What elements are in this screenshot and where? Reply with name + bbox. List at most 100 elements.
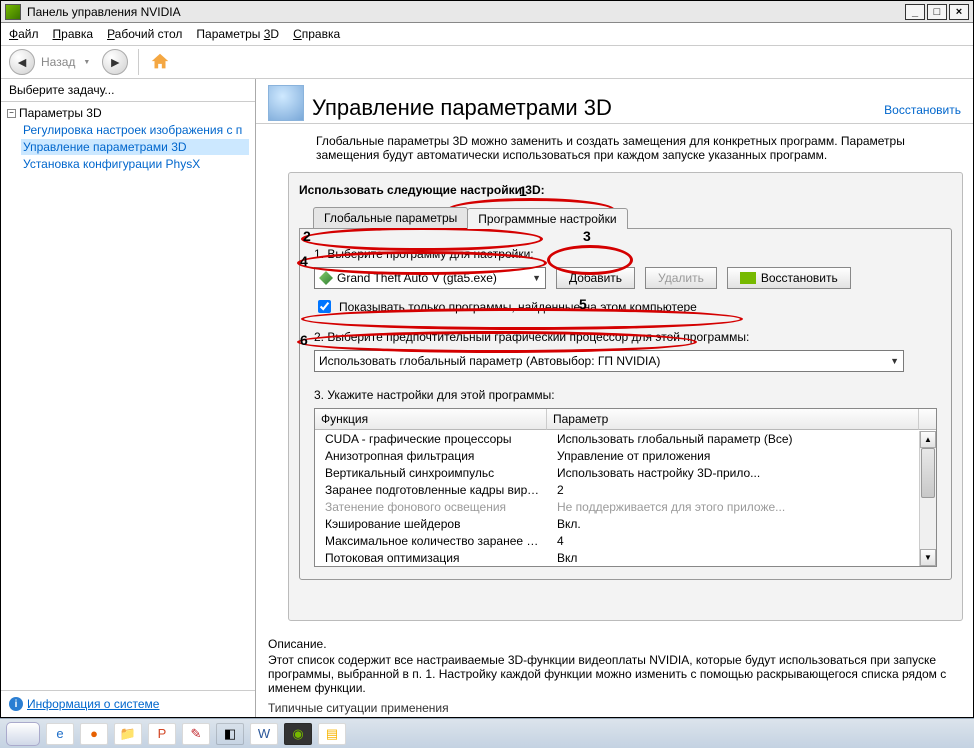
back-dropdown-icon[interactable]: ▼ <box>83 59 90 66</box>
window-title: Панель управления NVIDIA <box>27 5 905 19</box>
toolbar: ◄ Назад ▼ ► <box>1 45 973 79</box>
dropdown-arrow-icon: ▼ <box>890 356 899 366</box>
tree-item-manage-3d[interactable]: Управление параметрами 3D <box>21 139 249 155</box>
toolbar-separator <box>138 49 139 75</box>
cell-function: Вертикальный синхроимпульс <box>315 464 547 481</box>
page-title: Управление параметрами 3D <box>312 95 884 121</box>
menu-file[interactable]: Файл <box>9 27 39 41</box>
cell-parameter: Вкл. <box>547 515 936 532</box>
taskbar-nvidia-icon[interactable]: ◉ <box>284 723 312 745</box>
description-section: Описание. Этот список содержит все настр… <box>256 627 973 697</box>
tab-global[interactable]: Глобальные параметры <box>313 207 468 228</box>
settings-table: Функция Параметр CUDA - графические проц… <box>314 408 937 567</box>
menu-3d-params[interactable]: Параметры 3D <box>196 27 279 41</box>
tree-root-label[interactable]: Параметры 3D <box>19 106 102 120</box>
table-row[interactable]: Анизотропная фильтрацияУправление от при… <box>315 447 936 464</box>
scroll-up-button[interactable]: ▲ <box>920 431 936 448</box>
tree-collapse-icon[interactable]: − <box>7 109 16 118</box>
cell-parameter: Не поддерживается для этого приложе... <box>547 498 936 515</box>
scroll-down-button[interactable]: ▼ <box>920 549 936 566</box>
table-row[interactable]: Максимальное количество заранее под...4 <box>315 532 936 549</box>
cell-parameter: Использовать настройку 3D-прило... <box>547 464 936 481</box>
scroll-header-stub <box>919 409 936 430</box>
show-only-checkbox[interactable]: Показывать только программы, найденные н… <box>314 297 937 316</box>
menubar: Файл Правка Рабочий стол Параметры 3D Сп… <box>1 23 973 45</box>
description-text: Этот список содержит все настраиваемые 3… <box>268 653 957 695</box>
table-row[interactable]: CUDA - графические процессорыИспользоват… <box>315 430 936 447</box>
taskbar-ie-icon[interactable]: e <box>46 723 74 745</box>
nvidia-restore-icon <box>740 272 756 284</box>
close-button[interactable]: × <box>949 4 969 20</box>
table-row[interactable]: Кэширование шейдеровВкл. <box>315 515 936 532</box>
menu-desktop[interactable]: Рабочий стол <box>107 27 182 41</box>
gpu-select[interactable]: Использовать глобальный параметр (Автовы… <box>314 350 904 372</box>
cell-parameter: 2 <box>547 481 936 498</box>
sidebar-task-label: Выберите задачу... <box>1 79 255 102</box>
tab-program[interactable]: Программные настройки <box>467 208 627 229</box>
content-pane: Управление параметрами 3D Восстановить Г… <box>256 79 973 717</box>
taskbar[interactable]: e ● 📁 P ✎ ◧ W ◉ ▤ <box>0 718 974 748</box>
taskbar-powerpoint-icon[interactable]: P <box>148 723 176 745</box>
intro-text: Глобальные параметры 3D можно заменить и… <box>256 124 973 172</box>
window-frame: Панель управления NVIDIA _ □ × Файл Прав… <box>0 0 974 718</box>
gpu-select-value: Использовать глобальный параметр (Автовы… <box>319 354 890 368</box>
taskbar-word-icon[interactable]: W <box>250 723 278 745</box>
cell-parameter: Использовать глобальный параметр (Все) <box>547 430 936 447</box>
taskbar-explorer-icon[interactable]: 📁 <box>114 723 142 745</box>
th-function[interactable]: Функция <box>315 409 547 430</box>
tree-item-image-settings[interactable]: Регулировка настроек изображения с п <box>21 122 249 138</box>
step3-label: 3. Укажите настройки для этой программы: <box>314 388 937 402</box>
menu-help[interactable]: Справка <box>293 27 340 41</box>
tree-item-physx[interactable]: Установка конфигурации PhysX <box>21 156 249 172</box>
table-row[interactable]: Вертикальный синхроимпульсИспользовать н… <box>315 464 936 481</box>
cell-function: Кэширование шейдеров <box>315 515 547 532</box>
table-row[interactable]: Заранее подготовленные кадры вирту...2 <box>315 481 936 498</box>
add-button[interactable]: Добавить <box>556 267 635 289</box>
restore-button[interactable]: Восстановить <box>727 267 851 289</box>
table-row[interactable]: Потоковая оптимизацияВкл <box>315 549 936 566</box>
taskbar-app-icon[interactable]: ◧ <box>216 723 244 745</box>
step2-label: 2. Выберите предпочтительный графический… <box>314 330 937 344</box>
panel-title: Использовать следующие настройки 3D: <box>299 183 952 197</box>
show-only-input[interactable] <box>318 300 331 313</box>
forward-button[interactable]: ► <box>102 49 128 75</box>
maximize-button[interactable]: □ <box>927 4 947 20</box>
th-parameter[interactable]: Параметр <box>547 409 919 430</box>
program-select[interactable]: Grand Theft Auto V (gta5.exe) ▼ <box>314 267 546 289</box>
cell-function: Анизотропная фильтрация <box>315 447 547 464</box>
show-only-label: Показывать только программы, найденные н… <box>339 300 697 314</box>
taskbar-paint-icon[interactable]: ✎ <box>182 723 210 745</box>
dropdown-arrow-icon: ▼ <box>532 273 541 283</box>
scroll-thumb[interactable] <box>921 448 935 498</box>
program-select-value: Grand Theft Auto V (gta5.exe) <box>337 271 532 285</box>
taskbar-firefox-icon[interactable]: ● <box>80 723 108 745</box>
system-info-link[interactable]: Информация о системе <box>27 697 159 711</box>
tree-view[interactable]: − Параметры 3D Регулировка настроек изоб… <box>1 102 255 690</box>
titlebar[interactable]: Панель управления NVIDIA _ □ × <box>1 1 973 23</box>
tab-content: 1. Выберите программу для настройки: Gra… <box>299 228 952 580</box>
back-button[interactable]: ◄ <box>9 49 35 75</box>
cell-function: Затенение фонового освещения <box>315 498 547 515</box>
typical-use-header: Типичные ситуации применения <box>256 697 973 717</box>
step1-label: 1. Выберите программу для настройки: <box>314 247 937 261</box>
table-scrollbar[interactable]: ▲ ▼ <box>919 431 936 566</box>
table-body[interactable]: CUDA - графические процессорыИспользоват… <box>315 430 936 566</box>
restore-button-label: Восстановить <box>761 271 838 285</box>
taskbar-totalcmd-icon[interactable]: ▤ <box>318 723 346 745</box>
back-label: Назад <box>41 55 75 69</box>
remove-button: Удалить <box>645 267 717 289</box>
restore-defaults-link[interactable]: Восстановить <box>884 103 961 121</box>
settings-panel: Использовать следующие настройки 3D: Гло… <box>288 172 963 621</box>
cell-parameter: Вкл <box>547 549 936 566</box>
cell-parameter: 4 <box>547 532 936 549</box>
description-header: Описание. <box>268 637 957 651</box>
cell-function: Потоковая оптимизация <box>315 549 547 566</box>
start-button[interactable] <box>6 722 40 746</box>
table-row[interactable]: Затенение фонового освещенияНе поддержив… <box>315 498 936 515</box>
cell-parameter: Управление от приложения <box>547 447 936 464</box>
minimize-button[interactable]: _ <box>905 4 925 20</box>
home-icon[interactable] <box>149 51 171 73</box>
program-icon <box>319 271 333 285</box>
cell-function: Максимальное количество заранее под... <box>315 532 547 549</box>
menu-edit[interactable]: Правка <box>53 27 94 41</box>
